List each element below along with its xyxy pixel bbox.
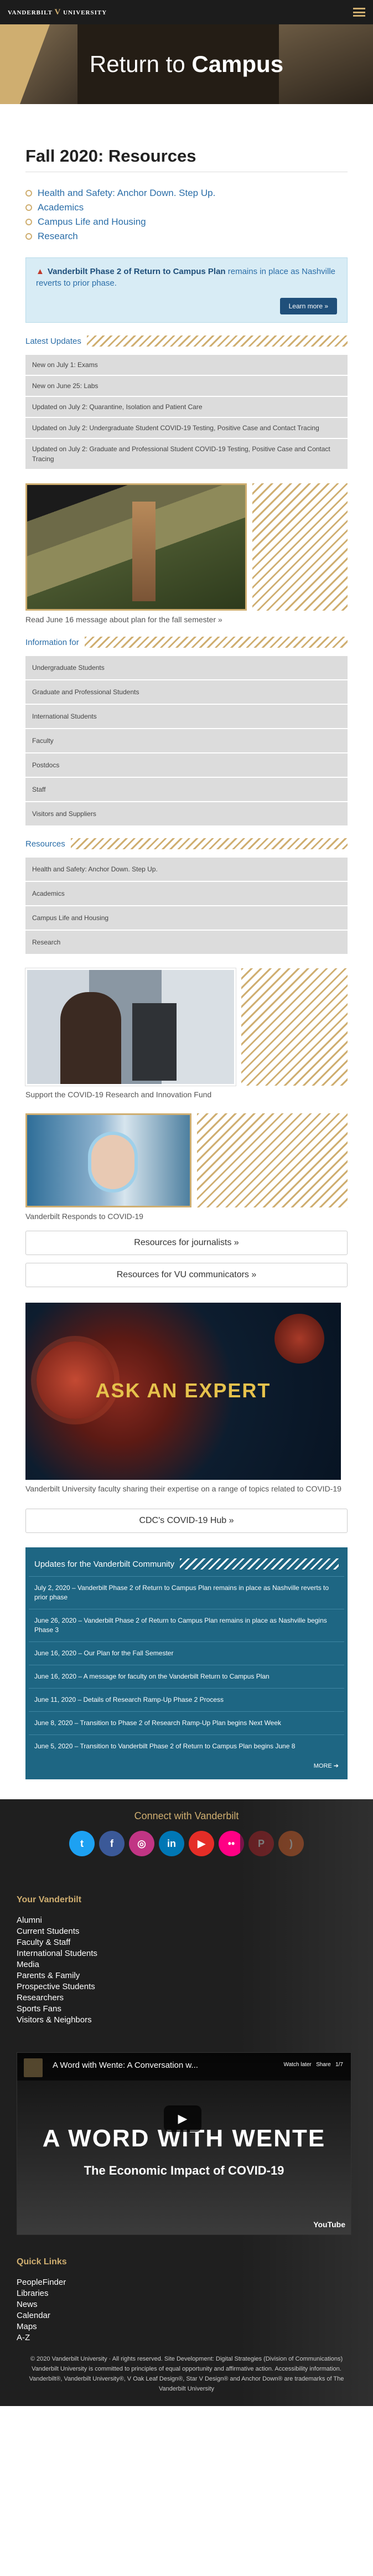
resource-link[interactable]: Campus Life and Housing	[25, 216, 348, 228]
video-subtitle: The Economic Impact of COVID-19	[84, 2164, 284, 2177]
ask-an-expert-title: ASK AN EXPERT	[95, 1379, 271, 1402]
resource-link[interactable]: Academics	[25, 202, 348, 213]
list-item[interactable]: Postdocs	[25, 752, 348, 777]
list-item[interactable]: June 8, 2020 – Transition to Phase 2 of …	[29, 1711, 344, 1734]
list-item[interactable]: July 2, 2020 – Vanderbilt Phase 2 of Ret…	[29, 1576, 344, 1609]
information-for-heading: Information for	[25, 635, 348, 649]
list-item[interactable]: June 11, 2020 – Details of Research Ramp…	[29, 1688, 344, 1711]
community-updates-heading: Updates for the Vanderbilt Community	[29, 1558, 344, 1570]
youtube-logo[interactable]: YouTube	[313, 2220, 345, 2229]
video-controls: Watch later Share 1/7	[284, 2062, 343, 2068]
list-item[interactable]: New on July 1: Exams	[25, 354, 348, 375]
play-icon[interactable]: ▶	[164, 2105, 201, 2132]
circle-bullet-icon	[25, 219, 32, 225]
facebook-icon[interactable]: f	[99, 1831, 125, 1856]
resource-link[interactable]: Research	[25, 231, 348, 242]
learn-more-button[interactable]: Learn more »	[279, 298, 337, 314]
resource-links: Health and Safety: Anchor Down. Step Up.…	[25, 188, 348, 242]
logo-word: VANDERBILT	[8, 9, 53, 16]
feature-caption[interactable]: Read June 16 message about plan for the …	[25, 615, 348, 624]
list-item[interactable]: Visitors and Suppliers	[25, 801, 348, 825]
video-player[interactable]: A Word with Wente: A Conversation w... W…	[17, 2052, 351, 2235]
list-item[interactable]: June 26, 2020 – Vanderbilt Phase 2 of Re…	[29, 1609, 344, 1641]
youtube-icon[interactable]: ▶	[189, 1831, 214, 1856]
linkedin-icon[interactable]: in	[159, 1831, 184, 1856]
circle-bullet-icon	[25, 233, 32, 240]
resources-list: Health and Safety: Anchor Down. Step Up.…	[25, 856, 348, 954]
copyright: © 2020 Vanderbilt University · All right…	[29, 2356, 344, 2392]
resources-heading: Resources	[25, 837, 348, 851]
list-item[interactable]: Updated on July 2: Undergraduate Student…	[25, 417, 348, 438]
list-item[interactable]: Health and Safety: Anchor Down. Step Up.	[25, 856, 348, 881]
communicators-button[interactable]: Resources for VU communicators »	[25, 1263, 348, 1287]
list-item[interactable]: Faculty	[25, 728, 348, 752]
hero-title: Return to Campus	[89, 51, 284, 77]
vanderbilt-logo[interactable]: VANDERBILT V UNIVERSITY	[8, 8, 107, 17]
warning-icon: ▲	[36, 267, 44, 276]
list-item[interactable]: Campus Life and Housing	[25, 905, 348, 930]
list-item[interactable]: Graduate and Professional Students	[25, 679, 348, 704]
watch-later-button[interactable]: Watch later	[284, 2062, 312, 2068]
playlist-counter: 1/7	[335, 2062, 343, 2068]
virus-graphic	[274, 1314, 324, 1364]
list-item[interactable]: June 16, 2020 – A message for faculty on…	[29, 1665, 344, 1688]
latest-updates-list: New on July 1: Exams New on June 25: Lab…	[25, 354, 348, 469]
microscope-research-image[interactable]	[25, 968, 236, 1086]
fall-plan-feature	[25, 483, 348, 611]
more-link[interactable]: MORE ➔	[29, 1758, 344, 1774]
instagram-icon[interactable]: ◎	[129, 1831, 154, 1856]
list-item[interactable]: Updated on July 2: Graduate and Professi…	[25, 438, 348, 469]
alert-link[interactable]: Vanderbilt Phase 2 of Return to Campus P…	[48, 267, 226, 276]
top-bar: VANDERBILT V UNIVERSITY	[0, 0, 373, 24]
hero-banner: Return to Campus	[0, 24, 373, 104]
site-footer: Connect with Vanderbilt tf◎in▶••P) Your …	[0, 1799, 373, 2406]
circle-bullet-icon	[25, 204, 32, 211]
information-for-list: Undergraduate Students Graduate and Prof…	[25, 655, 348, 825]
list-item[interactable]: Updated on July 2: Quarantine, Isolation…	[25, 396, 348, 417]
resource-link[interactable]: Health and Safety: Anchor Down. Step Up.	[25, 188, 348, 199]
list-item[interactable]: New on June 25: Labs	[25, 375, 348, 396]
logo-mark-icon: V	[54, 7, 61, 17]
page-title: Fall 2020: Resources	[25, 146, 348, 172]
share-button[interactable]: Share	[316, 2062, 331, 2068]
list-item[interactable]: Staff	[25, 777, 348, 801]
latest-updates-heading: Latest Updates	[25, 334, 348, 348]
research-fund-feature	[25, 968, 348, 1086]
expert-caption[interactable]: Vanderbilt University faculty sharing th…	[25, 1484, 348, 1493]
hamburger-icon[interactable]	[353, 8, 365, 17]
list-item[interactable]: June 16, 2020 – Our Plan for the Fall Se…	[29, 1641, 344, 1665]
list-item[interactable]: Undergraduate Students	[25, 655, 348, 679]
list-item[interactable]: Academics	[25, 881, 348, 905]
healthcare-worker-image[interactable]	[25, 1113, 191, 1207]
list-item[interactable]: Research	[25, 930, 348, 954]
feature-caption[interactable]: Vanderbilt Responds to COVID-19	[25, 1212, 348, 1221]
twitter-icon[interactable]: t	[69, 1831, 95, 1856]
feature-caption[interactable]: Support the COVID-19 Research and Innova…	[25, 1090, 348, 1099]
cdc-hub-button[interactable]: CDC's COVID-19 Hub »	[25, 1509, 348, 1533]
journalists-button[interactable]: Resources for journalists »	[25, 1231, 348, 1255]
list-item[interactable]: International Students	[25, 704, 348, 728]
ask-an-expert-banner[interactable]: ASK AN EXPERT	[25, 1303, 341, 1480]
logo-word: UNIVERSITY	[63, 9, 107, 16]
phase-alert: ▲ Vanderbilt Phase 2 of Return to Campus …	[25, 257, 348, 323]
list-item[interactable]: June 5, 2020 – Transition to Vanderbilt …	[29, 1734, 344, 1758]
community-updates-panel: Updates for the Vanderbilt Community Jul…	[25, 1547, 348, 1779]
campus-tower-image[interactable]	[25, 483, 247, 611]
responds-feature	[25, 1113, 348, 1207]
circle-bullet-icon	[25, 190, 32, 197]
